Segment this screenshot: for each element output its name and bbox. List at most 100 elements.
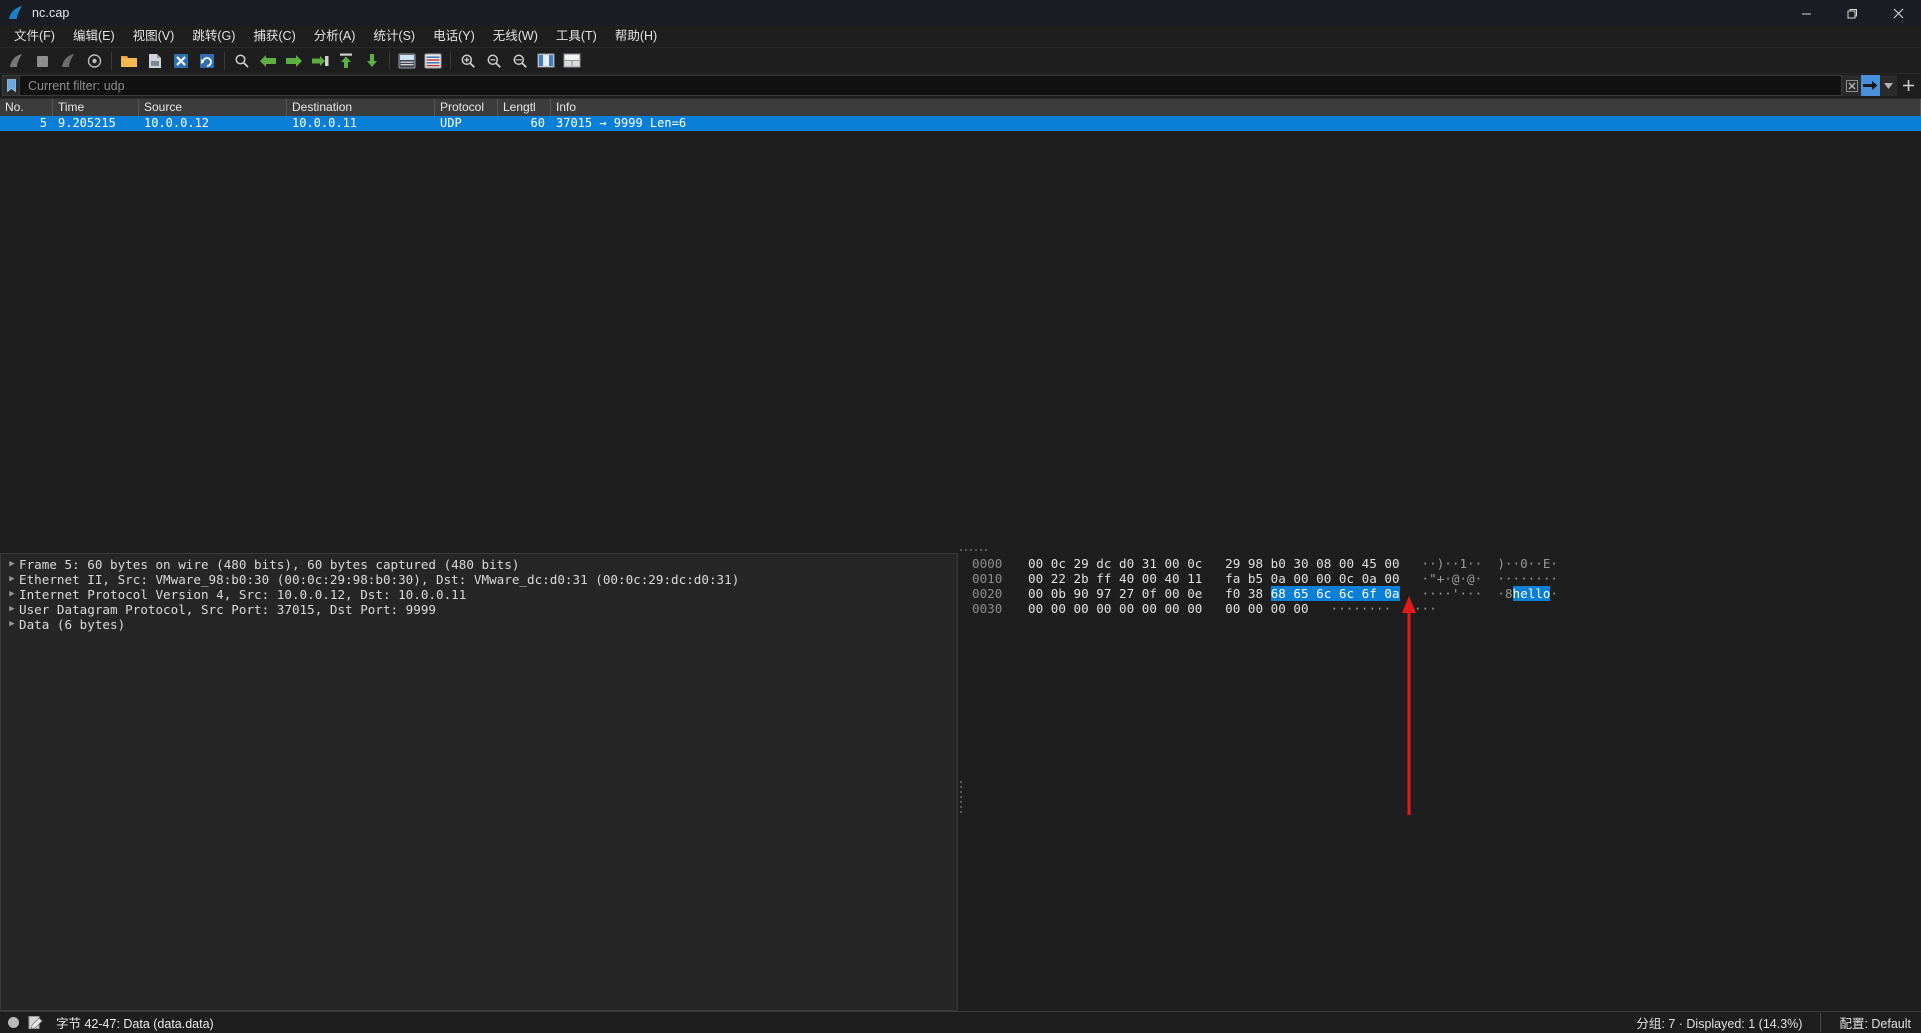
go-back-icon[interactable] bbox=[255, 49, 281, 73]
cell-time: 9.205215 bbox=[58, 116, 116, 130]
hex-offset: 0030 bbox=[972, 601, 1003, 616]
menu-wireless[interactable]: 无线(W) bbox=[484, 26, 547, 47]
splitter-grip bbox=[960, 549, 990, 551]
minimize-icon[interactable] bbox=[1783, 0, 1829, 26]
tree-row-label: User Datagram Protocol, Src Port: 37015,… bbox=[19, 602, 437, 617]
column-header-length[interactable]: Lengtl bbox=[498, 99, 551, 116]
menu-view[interactable]: 视图(V) bbox=[124, 26, 184, 47]
menu-file[interactable]: 文件(F) bbox=[5, 26, 64, 47]
zoom-out-icon[interactable] bbox=[481, 49, 507, 73]
column-header-no[interactable]: No. bbox=[0, 99, 53, 116]
hex-bytes: 00 22 2b ff 40 00 40 11 fa b5 0a 00 00 0… bbox=[1028, 571, 1400, 586]
tree-row-ethernet[interactable]: ▶ Ethernet II, Src: VMware_98:b0:30 (00:… bbox=[1, 572, 957, 587]
clear-filter-icon[interactable] bbox=[1842, 75, 1861, 96]
tree-row-data[interactable]: ▶ Data (6 bytes) bbox=[1, 617, 957, 632]
apply-filter-icon[interactable] bbox=[1861, 75, 1880, 96]
window-controls bbox=[1783, 0, 1921, 26]
packet-list-header: No. Time Source Destination Protocol Len… bbox=[0, 99, 1921, 116]
status-field-text: 字节 42-47: Data (data.data) bbox=[56, 1017, 214, 1031]
capture-file-properties-icon[interactable] bbox=[28, 1015, 43, 1030]
menu-telephony[interactable]: 电话(Y) bbox=[424, 26, 484, 47]
column-header-time[interactable]: Time bbox=[53, 99, 139, 116]
column-header-info[interactable]: Info bbox=[551, 99, 1921, 116]
zoom-in-icon[interactable] bbox=[455, 49, 481, 73]
hex-row-selected[interactable]: 0020 00 0b 90 97 27 0f 00 0e f0 38 68 65… bbox=[964, 586, 1921, 601]
go-to-first-icon[interactable] bbox=[333, 49, 359, 73]
hex-ascii-highlight: hello bbox=[1512, 586, 1551, 601]
filter-bookmark-icon[interactable] bbox=[3, 76, 20, 95]
title-bar: nc.cap bbox=[0, 0, 1921, 26]
close-file-icon[interactable] bbox=[168, 49, 194, 73]
packet-list-pane[interactable]: No. Time Source Destination Protocol Len… bbox=[0, 98, 1921, 547]
filter-controls bbox=[1842, 75, 1919, 96]
tree-row-label: Ethernet II, Src: VMware_98:b0:30 (00:0c… bbox=[19, 572, 740, 587]
stop-capture-icon[interactable] bbox=[29, 49, 55, 73]
hex-offset: 0010 bbox=[972, 571, 1003, 586]
menu-analyze[interactable]: 分析(A) bbox=[305, 26, 365, 47]
menu-tools[interactable]: 工具(T) bbox=[547, 26, 606, 47]
start-capture-icon[interactable] bbox=[3, 49, 29, 73]
go-to-last-icon[interactable] bbox=[359, 49, 385, 73]
hex-row[interactable]: 0010 00 22 2b ff 40 00 40 11 fa b5 0a 00… bbox=[964, 571, 1921, 586]
menu-capture[interactable]: 捕获(C) bbox=[244, 26, 304, 47]
tree-row-label: Data (6 bytes) bbox=[19, 617, 126, 632]
toolbar-separator bbox=[111, 51, 112, 70]
collapsed-triangle-icon[interactable]: ▶ bbox=[5, 557, 19, 572]
column-header-protocol[interactable]: Protocol bbox=[435, 99, 498, 116]
display-filter-input[interactable]: Current filter: udp bbox=[20, 79, 1841, 93]
menu-help[interactable]: 帮助(H) bbox=[606, 26, 666, 47]
menu-bar: 文件(F) 编辑(E) 视图(V) 跳转(G) 捕获(C) 分析(A) 统计(S… bbox=[0, 26, 1921, 48]
zoom-reset-icon[interactable] bbox=[507, 49, 533, 73]
wireshark-window: nc.cap 文件(F) 编辑(E) 视图(V) 跳转(G) 捕获(C) 分析(… bbox=[0, 0, 1921, 1033]
add-filter-button-icon[interactable] bbox=[1897, 75, 1919, 96]
collapsed-triangle-icon[interactable]: ▶ bbox=[5, 617, 19, 632]
go-forward-icon[interactable] bbox=[281, 49, 307, 73]
lower-panes: ▶ Frame 5: 60 bytes on wire (480 bits), … bbox=[0, 553, 1921, 1011]
menu-go[interactable]: 跳转(G) bbox=[183, 26, 244, 47]
collapsed-triangle-icon[interactable]: ▶ bbox=[5, 587, 19, 602]
capture-options-icon[interactable] bbox=[81, 49, 107, 73]
collapsed-triangle-icon[interactable]: ▶ bbox=[5, 602, 19, 617]
window-title: nc.cap bbox=[32, 6, 70, 20]
expert-info-icon[interactable] bbox=[8, 1017, 19, 1028]
collapsed-triangle-icon[interactable]: ▶ bbox=[5, 572, 19, 587]
resize-columns-icon[interactable] bbox=[533, 49, 559, 73]
hex-ascii-text: ········ ···· bbox=[1330, 601, 1437, 616]
hex-row[interactable]: 0000 00 0c 29 dc d0 31 00 0c 29 98 b0 30… bbox=[964, 556, 1921, 571]
status-profile[interactable]: 配置: Default bbox=[1821, 1013, 1921, 1032]
table-row[interactable]: 5 9.205215 10.0.0.12 10.0.0.11 UDP 60 37… bbox=[0, 116, 1921, 131]
restore-icon[interactable] bbox=[1829, 0, 1875, 26]
annotation-red-arrow bbox=[1402, 596, 1416, 815]
column-header-destination[interactable]: Destination bbox=[287, 99, 435, 116]
colorize-icon[interactable] bbox=[394, 49, 420, 73]
hex-dump: 0000 00 0c 29 dc d0 31 00 0c 29 98 b0 30… bbox=[964, 553, 1921, 616]
splitter-grip bbox=[960, 781, 962, 815]
open-file-icon[interactable] bbox=[116, 49, 142, 73]
tree-row-ipv4[interactable]: ▶ Internet Protocol Version 4, Src: 10.0… bbox=[1, 587, 957, 602]
hex-bytes-text: 00 0b 90 97 27 0f 00 0e f0 38 bbox=[1028, 586, 1271, 601]
hex-row[interactable]: 0030 00 00 00 00 00 00 00 00 00 00 00 00… bbox=[964, 601, 1921, 616]
filter-history-caret-icon[interactable] bbox=[1880, 75, 1897, 96]
find-packet-icon[interactable] bbox=[229, 49, 255, 73]
save-file-icon[interactable] bbox=[142, 49, 168, 73]
reload-file-icon[interactable] bbox=[194, 49, 220, 73]
go-to-packet-icon[interactable] bbox=[307, 49, 333, 73]
tree-row-label: Internet Protocol Version 4, Src: 10.0.0… bbox=[19, 587, 467, 602]
close-icon[interactable] bbox=[1875, 0, 1921, 26]
status-packet-counts: 分组: 7 · Displayed: 1 (14.3%) bbox=[1636, 1013, 1822, 1032]
restart-capture-icon[interactable] bbox=[55, 49, 81, 73]
menu-statistics[interactable]: 统计(S) bbox=[364, 26, 424, 47]
packet-detail-pane[interactable]: ▶ Frame 5: 60 bytes on wire (480 bits), … bbox=[0, 553, 958, 1011]
hex-bytes-text: 00 00 00 00 00 00 00 00 00 00 00 00 bbox=[1028, 601, 1309, 616]
layout-icon[interactable] bbox=[559, 49, 585, 73]
packet-list-rows: 5 9.205215 10.0.0.12 10.0.0.11 UDP 60 37… bbox=[0, 116, 1921, 547]
menu-edit[interactable]: 编辑(E) bbox=[64, 26, 124, 47]
main-toolbar bbox=[0, 48, 1921, 74]
hex-bytes-text: 00 22 2b ff 40 00 40 11 fa b5 0a 00 00 0… bbox=[1028, 571, 1400, 586]
packet-bytes-pane[interactable]: 0000 00 0c 29 dc d0 31 00 0c 29 98 b0 30… bbox=[964, 553, 1921, 1011]
auto-scroll-icon[interactable] bbox=[420, 49, 446, 73]
column-header-source[interactable]: Source bbox=[139, 99, 287, 116]
tree-row-frame[interactable]: ▶ Frame 5: 60 bytes on wire (480 bits), … bbox=[1, 557, 957, 572]
display-filter-input-wrap[interactable]: Current filter: udp bbox=[2, 75, 1842, 96]
tree-row-udp[interactable]: ▶ User Datagram Protocol, Src Port: 3701… bbox=[1, 602, 957, 617]
